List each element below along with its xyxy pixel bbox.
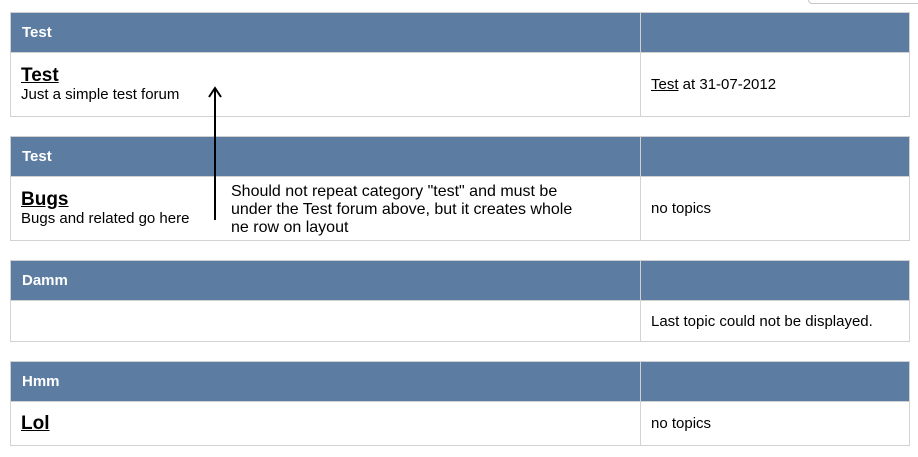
category-header-row: Test	[10, 12, 910, 53]
category-name: Test	[10, 136, 641, 177]
last-topic-cell: Test at 31-07-2012	[640, 52, 910, 117]
forum-title-link[interactable]: Lol	[21, 413, 640, 434]
category-table-damm: Damm Last topic could not be displayed.	[10, 260, 910, 342]
category-header-empty	[640, 361, 910, 402]
category-header-empty	[640, 260, 910, 301]
category-table-test: Test Test Just a simple test forum Test …	[10, 12, 910, 117]
category-name: Test	[10, 12, 641, 53]
category-header-empty	[640, 136, 910, 177]
forum-row: Last topic could not be displayed.	[10, 300, 910, 342]
category-table-hmm: Hmm Lol no topics	[10, 361, 910, 446]
category-header-empty	[640, 12, 910, 53]
category-name: Hmm	[10, 361, 641, 402]
forum-description: Just a simple test forum	[21, 86, 180, 103]
category-header-row: Test	[10, 136, 910, 177]
category-header-row: Hmm	[10, 361, 910, 402]
category-name: Damm	[10, 260, 641, 301]
last-topic-date: at 31-07-2012	[678, 76, 777, 93]
forum-row: Lol no topics	[10, 401, 910, 446]
last-topic-link[interactable]: Test	[651, 76, 679, 93]
annotation-note: Should not repeat category "test" and mu…	[231, 183, 573, 236]
forum-title-link[interactable]: Test	[21, 65, 640, 86]
forum-cell: Lol	[10, 401, 641, 446]
forum-cell-empty	[10, 300, 641, 342]
corner-tab	[808, 0, 918, 4]
forum-row: Test Just a simple test forum Test at 31…	[10, 52, 910, 117]
forum-cell: Test Just a simple test forum	[10, 52, 641, 117]
up-arrow-icon	[208, 86, 222, 220]
category-header-row: Damm	[10, 260, 910, 301]
last-topic-cell: Last topic could not be displayed.	[640, 300, 910, 342]
last-topic-cell: no topics	[640, 401, 910, 446]
last-topic-cell: no topics	[640, 176, 910, 241]
